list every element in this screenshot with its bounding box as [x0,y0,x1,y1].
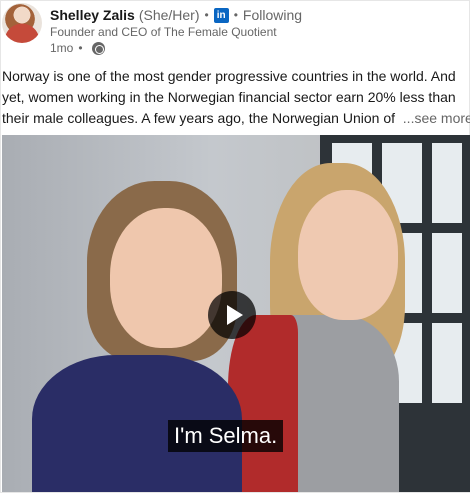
video-figure-right-face [298,190,398,320]
post-text-line: their male colleagues. A few years ago, … [2,108,470,129]
video-caption: I'm Selma. [168,420,284,452]
separator-dot: • [204,8,209,22]
window-pane [432,233,462,313]
post-text-line-content: their male colleagues. A few years ago, … [2,110,396,126]
author-name[interactable]: Shelley Zalis [50,7,135,23]
window-pane [432,323,462,403]
post-meta: 1mo • [50,41,105,55]
feed-post-card: Shelley Zalis (She/Her) • in • Following… [0,0,470,493]
separator-dot: • [78,41,83,55]
post-header: Shelley Zalis (She/Her) • in • Following… [1,1,470,63]
author-pronouns: (She/Her) [138,7,200,23]
post-time: 1mo [50,41,74,55]
globe-icon [91,41,105,55]
author-name-row: Shelley Zalis (She/Her) • in • Following [50,6,302,24]
video-figure-left-face [110,208,222,348]
see-more-link[interactable]: ...see more [403,110,470,126]
video-player[interactable]: I'm Selma. [2,135,470,492]
author-avatar[interactable] [2,3,42,43]
window-pane [432,143,462,223]
post-text-line: yet, women working in the Norwegian fina… [2,89,456,105]
play-triangle-icon [227,305,243,325]
following-status[interactable]: Following [243,7,302,23]
author-headline: Founder and CEO of The Female Quotient [50,25,277,39]
play-icon[interactable] [208,291,256,339]
separator-dot: • [233,8,238,22]
post-text-line: Norway is one of the most gender progres… [2,68,456,84]
linkedin-icon: in [213,7,229,23]
post-text: Norway is one of the most gender progres… [2,66,470,129]
